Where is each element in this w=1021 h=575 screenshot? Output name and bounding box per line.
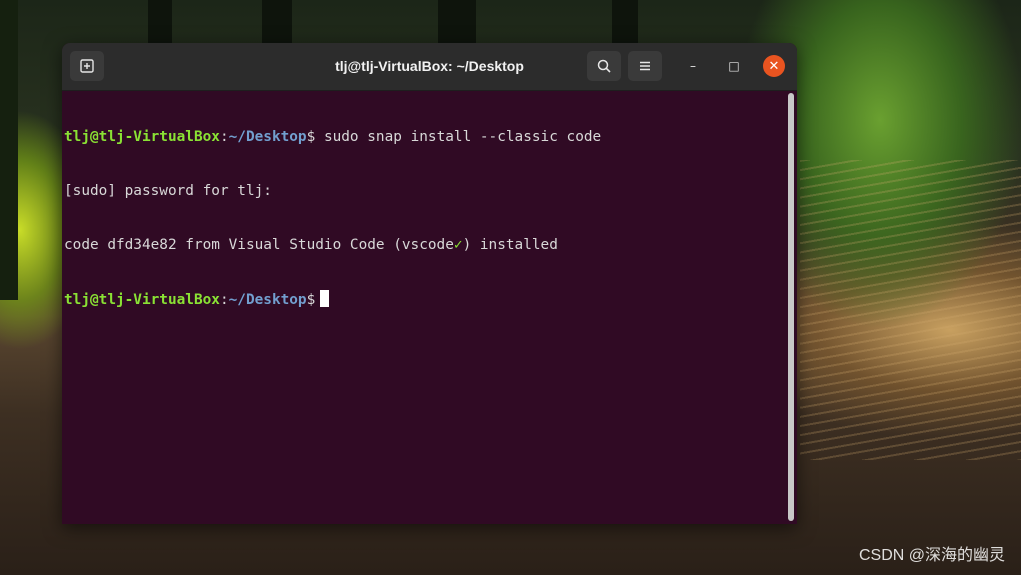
minimize-icon: –	[690, 59, 696, 73]
prompt-path: ~/Desktop	[228, 292, 307, 308]
close-button[interactable]: ✕	[763, 55, 785, 77]
maximize-icon: □	[728, 59, 740, 73]
prompt-user-host: tlj@tlj-VirtualBox	[64, 129, 220, 145]
minimize-button[interactable]: –	[682, 55, 704, 77]
prompt-user-host: tlj@tlj-VirtualBox	[64, 292, 220, 308]
terminal-line: code dfd34e82 from Visual Studio Code (v…	[64, 236, 785, 254]
terminal-window[interactable]: tlj@tlj-VirtualBox: ~/Desktop – □ ✕ tlj@…	[62, 43, 797, 524]
prompt-colon: :	[219, 129, 229, 145]
search-icon	[597, 59, 611, 73]
watermark-text: CSDN @深海的幽灵	[858, 547, 1005, 564]
terminal-line: [sudo] password for tlj:	[64, 182, 785, 200]
text-cursor	[320, 290, 330, 307]
terminal-line: tlj@tlj-VirtualBox:~/Desktop$ sudo snap …	[64, 128, 785, 146]
install-output-text: code dfd34e82 from Visual Studio Code (v…	[64, 237, 454, 253]
menu-button[interactable]	[628, 51, 662, 81]
prompt-dollar: $	[306, 129, 316, 145]
sudo-prompt-text: [sudo] password for tlj:	[64, 183, 272, 199]
maximize-button[interactable]: □	[723, 55, 745, 77]
hamburger-menu-icon	[640, 61, 650, 71]
terminal-output[interactable]: tlj@tlj-VirtualBox:~/Desktop$ sudo snap …	[64, 92, 785, 524]
install-output-suffix: ) installed	[462, 237, 558, 253]
wallpaper-pine-needles	[800, 160, 1021, 460]
prompt-path: ~/Desktop	[228, 129, 307, 145]
search-button[interactable]	[587, 51, 621, 81]
wallpaper-tree-trunk	[0, 0, 18, 300]
close-icon: ✕	[768, 58, 780, 74]
window-titlebar[interactable]: tlj@tlj-VirtualBox: ~/Desktop – □ ✕	[62, 43, 797, 91]
prompt-dollar: $	[306, 292, 316, 308]
prompt-colon: :	[219, 292, 229, 308]
command-text: sudo snap install --classic code	[315, 129, 602, 145]
verified-check-icon: ✓	[453, 237, 463, 253]
terminal-scrollbar[interactable]	[788, 93, 794, 521]
terminal-line: tlj@tlj-VirtualBox:~/Desktop$	[64, 290, 785, 308]
